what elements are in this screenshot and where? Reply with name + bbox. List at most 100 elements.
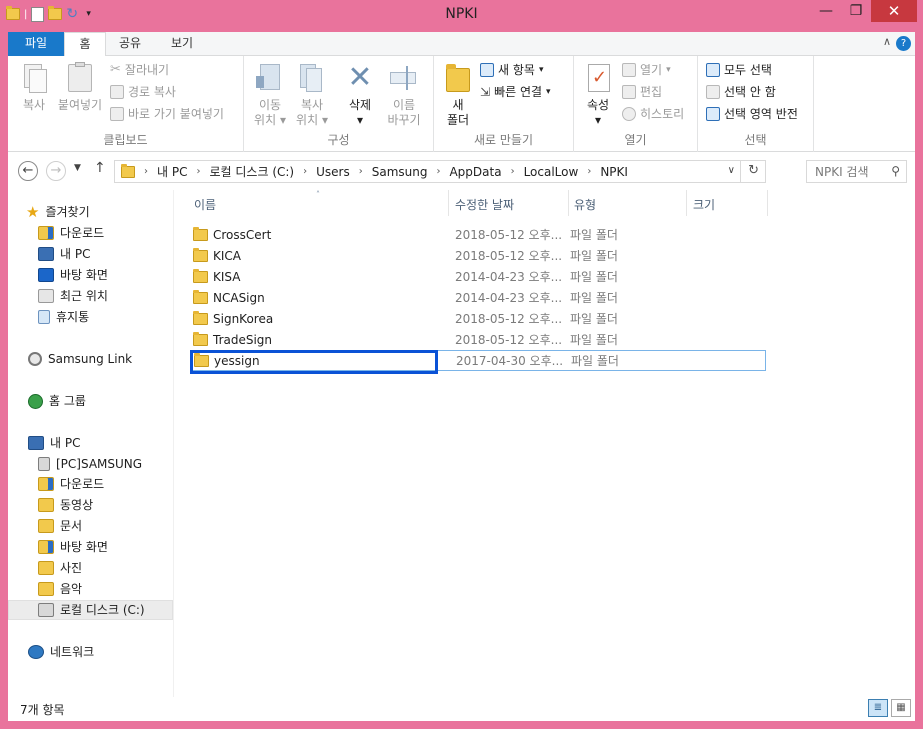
large-icons-view-icon: ▦ — [896, 702, 906, 713]
recent-locations-dropdown-icon[interactable]: ▼ — [74, 163, 81, 173]
nav-pc-videos[interactable]: 동영상 — [38, 495, 93, 515]
file-row-signkorea[interactable]: SignKorea 2018-05-12 오후... 파일 폴더 — [190, 308, 766, 329]
history-button[interactable]: 히스토리 — [622, 104, 684, 124]
copy-path-button[interactable]: 경로 복사 — [110, 82, 176, 102]
recycle-bin-icon — [38, 310, 50, 324]
nav-fav-recycle-bin[interactable]: 휴지통 — [38, 307, 89, 327]
ribbon-collapse-icon[interactable]: ∧ — [883, 35, 891, 48]
move-to-button[interactable]: 이동 위치 ▾ — [250, 62, 290, 128]
tab-view[interactable]: 보기 — [164, 32, 200, 56]
up-button[interactable]: ↑ — [94, 160, 106, 176]
new-item-icon — [480, 63, 494, 77]
tab-share[interactable]: 공유 — [112, 32, 148, 56]
file-row-tradesign[interactable]: TradeSign 2018-05-12 오후... 파일 폴더 — [190, 329, 766, 350]
refresh-icon[interactable]: ↻ — [748, 163, 759, 178]
rename-button[interactable]: 이름 바꾸기 — [384, 62, 424, 128]
easy-access-icon: ⇲ — [480, 85, 491, 99]
nav-fav-desktop[interactable]: 바탕 화면 — [38, 265, 108, 285]
breadcrumb-local-disk[interactable]: 로컬 디스크 (C:) › — [209, 163, 316, 180]
nav-pc-documents[interactable]: 문서 — [38, 516, 82, 536]
clipboard-group: 복사 붙여넣기 ✂ 잘라내기 경로 복사 바로 가기 붙여넣기 클립보드 — [8, 56, 244, 152]
file-row-kica[interactable]: KICA 2018-05-12 오후... 파일 폴더 — [190, 245, 766, 266]
nav-pc-pictures[interactable]: 사진 — [38, 558, 82, 578]
copy-button[interactable]: 복사 — [14, 62, 54, 113]
homegroup-icon — [28, 393, 43, 409]
file-row-kisa[interactable]: KISA 2014-04-23 오후... 파일 폴더 — [190, 266, 766, 287]
computer-icon — [28, 436, 44, 450]
downloads-folder-icon — [38, 477, 54, 491]
breadcrumb-users[interactable]: Users › — [316, 165, 372, 179]
navigation-bar: ← → ▼ ↑ › 내 PC › 로컬 디스크 (C:) › Users › Sams… — [8, 152, 915, 190]
restore-button[interactable]: ❐ — [841, 0, 871, 22]
address-bar[interactable]: › 내 PC › 로컬 디스크 (C:) › Users › Samsung › App… — [114, 160, 766, 183]
window-controls: — ❐ ✕ — [811, 0, 917, 22]
properties-button[interactable]: ✓ 속성 ▾ — [578, 62, 618, 128]
search-icon[interactable]: ⚲ — [891, 164, 900, 178]
invert-selection-button[interactable]: 선택 영역 반전 — [706, 104, 798, 124]
nav-pc-samsung[interactable]: [PC]SAMSUNG — [38, 454, 142, 474]
minimize-button[interactable]: — — [811, 0, 841, 22]
new-item-button[interactable]: 새 항목 ▾ — [480, 60, 543, 80]
select-none-button[interactable]: 선택 안 함 — [706, 82, 776, 102]
column-header-size[interactable]: 크기 — [693, 196, 715, 216]
delete-button[interactable]: ✕ 삭제 ▾ — [340, 62, 380, 128]
search-box[interactable]: ⚲ — [806, 160, 907, 183]
network-icon — [28, 645, 44, 659]
column-header-date[interactable]: 수정한 날짜 — [455, 196, 514, 216]
copy-path-icon — [110, 85, 124, 99]
breadcrumb-appdata[interactable]: AppData › — [449, 165, 523, 179]
nav-fav-recent[interactable]: 최근 위치 — [38, 286, 108, 306]
paste-shortcut-icon — [110, 107, 124, 121]
file-row-crosscert[interactable]: CrossCert 2018-05-12 오후... 파일 폴더 — [190, 224, 766, 245]
nav-fav-this-pc[interactable]: 내 PC — [38, 244, 90, 264]
select-all-button[interactable]: 모두 선택 — [706, 60, 772, 80]
column-header-type[interactable]: 유형 — [574, 196, 596, 216]
nav-favorites[interactable]: ★ 즐겨찾기 — [26, 202, 90, 222]
window-title: NPKI — [445, 6, 478, 22]
select-group-label: 선택 — [744, 133, 767, 147]
nav-pc-music[interactable]: 음악 — [38, 579, 82, 599]
open-button[interactable]: 열기 ▾ — [622, 60, 671, 80]
main-area: ★ 즐겨찾기 다운로드 내 PC 바탕 화면 최근 위치 휴지통 Samsung… — [8, 190, 915, 697]
details-view-button[interactable]: ≣ — [868, 699, 888, 717]
nav-pc-desktop[interactable]: 바탕 화면 — [38, 537, 108, 557]
nav-this-pc[interactable]: 내 PC — [28, 433, 80, 453]
breadcrumb-samsung[interactable]: Samsung › — [372, 165, 450, 179]
select-all-icon — [706, 63, 720, 77]
nav-fav-downloads[interactable]: 다운로드 — [38, 223, 104, 243]
move-to-icon — [254, 62, 286, 94]
tab-home[interactable]: 홈 — [64, 32, 106, 57]
copy-icon — [18, 62, 50, 94]
nav-homegroup[interactable]: 홈 그룹 — [28, 391, 86, 411]
open-icon — [622, 63, 636, 77]
help-icon[interactable]: ? — [896, 36, 911, 51]
search-input[interactable] — [807, 161, 883, 182]
copy-to-button[interactable]: 복사 위치 ▾ — [292, 62, 332, 128]
close-button[interactable]: ✕ — [871, 0, 917, 22]
nav-pc-downloads[interactable]: 다운로드 — [38, 474, 104, 494]
nav-pc-local-disk[interactable]: 로컬 디스크 (C:) — [8, 600, 173, 620]
back-button[interactable]: ← — [18, 161, 38, 181]
file-row-ncasign[interactable]: NCASign 2014-04-23 오후... 파일 폴더 — [190, 287, 766, 308]
breadcrumb-npki[interactable]: NPKI — [600, 165, 628, 179]
edit-button[interactable]: 편집 — [622, 82, 662, 102]
title-bar: | ↻ ▾ NPKI — ❐ ✕ — [0, 0, 923, 32]
cut-button[interactable]: ✂ 잘라내기 — [110, 60, 169, 80]
address-history-dropdown-icon[interactable]: ∨ — [728, 165, 735, 176]
large-icons-view-button[interactable]: ▦ — [891, 699, 911, 717]
new-folder-button[interactable]: 새 폴더 — [438, 62, 478, 128]
forward-button[interactable]: → — [46, 161, 66, 181]
paste-shortcut-button[interactable]: 바로 가기 붙여넣기 — [110, 104, 224, 124]
column-header-name[interactable]: 이름 — [194, 196, 216, 216]
recent-places-icon — [38, 289, 54, 303]
nav-network[interactable]: 네트워크 — [28, 642, 94, 662]
nav-samsung-link[interactable]: Samsung Link — [28, 349, 132, 369]
easy-access-button[interactable]: ⇲ 빠른 연결 ▾ — [480, 82, 551, 102]
paste-button[interactable]: 붙여넣기 — [56, 62, 104, 113]
address-folder-icon — [121, 163, 135, 178]
organize-group-label: 구성 — [327, 133, 350, 147]
breadcrumb-this-pc[interactable]: 내 PC › — [157, 163, 209, 180]
tab-file[interactable]: 파일 — [8, 32, 64, 56]
downloads-folder-icon — [38, 226, 54, 240]
breadcrumb-locallow[interactable]: LocalLow › — [524, 165, 601, 179]
